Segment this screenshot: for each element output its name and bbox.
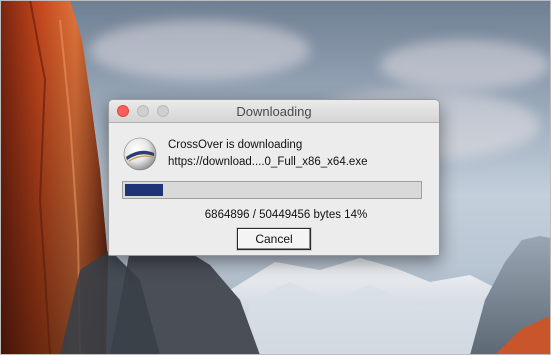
download-status-text: CrossOver is downloading: [168, 139, 303, 151]
title-bar[interactable]: Downloading: [109, 100, 439, 123]
crossover-ball-icon: [123, 137, 157, 171]
dialog-content: CrossOver is downloading https://downloa…: [109, 123, 439, 255]
window-title: Downloading: [236, 104, 312, 119]
cancel-button[interactable]: Cancel: [237, 228, 311, 250]
download-dialog: Downloading CrossOver is downloading htt…: [108, 99, 440, 256]
download-url-text: https://download....0_Full_x86_x64.exe: [168, 156, 368, 168]
download-bytes-text: 6864896 / 50449456 bytes 14%: [204, 209, 368, 221]
download-progress-fill: [125, 184, 163, 196]
download-progress-bar: [122, 181, 422, 199]
